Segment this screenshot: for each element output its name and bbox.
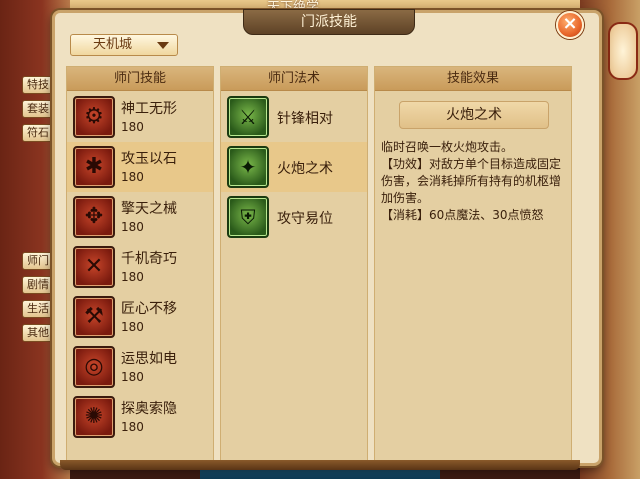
panel-bottom-bar <box>60 460 580 470</box>
spells-header: 师门法术 <box>221 67 367 91</box>
skill-name: 千机奇巧 <box>121 251 177 267</box>
spells-column: 师门法术 ⚔ 针锋相对 ✦ 火炮之术 ⛨ 攻守易位 <box>220 66 368 464</box>
sect-dropdown-value: 天机城 <box>93 37 133 52</box>
skill-name: 匠心不移 <box>121 301 177 317</box>
skill-level: 180 <box>121 120 144 134</box>
cannon-creature-icon: ✦ <box>227 146 269 188</box>
crossed-tools-icon: ✕ <box>73 246 115 288</box>
spell-row[interactable]: ⛨ 攻守易位 <box>221 192 367 242</box>
effect-column: 技能效果 火炮之术 临时召唤一枚火炮攻击。 【功效】对敌方单个目标造成固定伤害，… <box>374 66 572 464</box>
skill-row-selected[interactable]: ✱ 攻玉以石 180 <box>67 142 213 192</box>
vortex-icon: ✺ <box>73 396 115 438</box>
skill-level: 180 <box>121 170 144 184</box>
effect-line: 【功效】对敌方单个目标造成固定伤害，会消耗掉所有持有的机枢增加伤害。 <box>381 157 562 205</box>
skill-name: 神工无形 <box>121 101 177 117</box>
skill-level: 180 <box>121 420 144 434</box>
swirl-icon: ◎ <box>73 346 115 388</box>
skills-column: 师门技能 ⚙ 神工无形 180 ✱ 攻玉以石 180 ✥ 擎天之械 180 ✕ … <box>66 66 214 464</box>
shield-swap-icon: ⛨ <box>227 196 269 238</box>
skill-row[interactable]: ✥ 擎天之械 180 <box>67 192 213 242</box>
spell-name: 针锋相对 <box>277 111 333 127</box>
gear-mask-icon: ✱ <box>73 146 115 188</box>
skills-header: 师门技能 <box>67 67 213 91</box>
wrench-spiral-icon: ⚙ <box>73 96 115 138</box>
effect-title: 火炮之术 <box>399 101 549 129</box>
background-lantern <box>608 22 638 80</box>
chevron-down-icon <box>157 42 169 49</box>
skill-row[interactable]: ⚙ 神工无形 180 <box>67 92 213 142</box>
close-icon: × <box>562 13 578 34</box>
spell-name: 火炮之术 <box>277 161 333 177</box>
effect-header: 技能效果 <box>375 67 571 91</box>
sect-dropdown[interactable]: 天机城 <box>70 34 178 56</box>
skill-row[interactable]: ⚒ 匠心不移 180 <box>67 292 213 342</box>
spell-row[interactable]: ⚔ 针锋相对 <box>221 92 367 142</box>
effect-line: 临时召唤一枚火炮攻击。 <box>381 140 514 154</box>
skill-level: 180 <box>121 370 144 384</box>
panel-title: 门派技能 <box>243 9 415 35</box>
skill-row[interactable]: ✺ 探奥索隐 180 <box>67 392 213 442</box>
close-button[interactable]: × <box>556 11 584 39</box>
skill-level: 180 <box>121 320 144 334</box>
spell-name: 攻守易位 <box>277 211 333 227</box>
skill-level: 180 <box>121 220 144 234</box>
skill-row[interactable]: ✕ 千机奇巧 180 <box>67 242 213 292</box>
spell-row-selected[interactable]: ✦ 火炮之术 <box>221 142 367 192</box>
skill-name: 攻玉以石 <box>121 151 177 167</box>
skill-row[interactable]: ◎ 运思如电 180 <box>67 342 213 392</box>
effect-line: 【消耗】60点魔法、30点愤怒 <box>381 208 544 222</box>
crossed-swords-icon: ⚔ <box>227 96 269 138</box>
skill-name: 运思如电 <box>121 351 177 367</box>
skill-level: 180 <box>121 270 144 284</box>
windmill-icon: ✥ <box>73 196 115 238</box>
skill-name: 探奥索隐 <box>121 401 177 417</box>
hammer-icon: ⚒ <box>73 296 115 338</box>
skill-name: 擎天之械 <box>121 201 177 217</box>
effect-description: 临时召唤一枚火炮攻击。 【功效】对敌方单个目标造成固定伤害，会消耗掉所有持有的机… <box>381 139 571 224</box>
